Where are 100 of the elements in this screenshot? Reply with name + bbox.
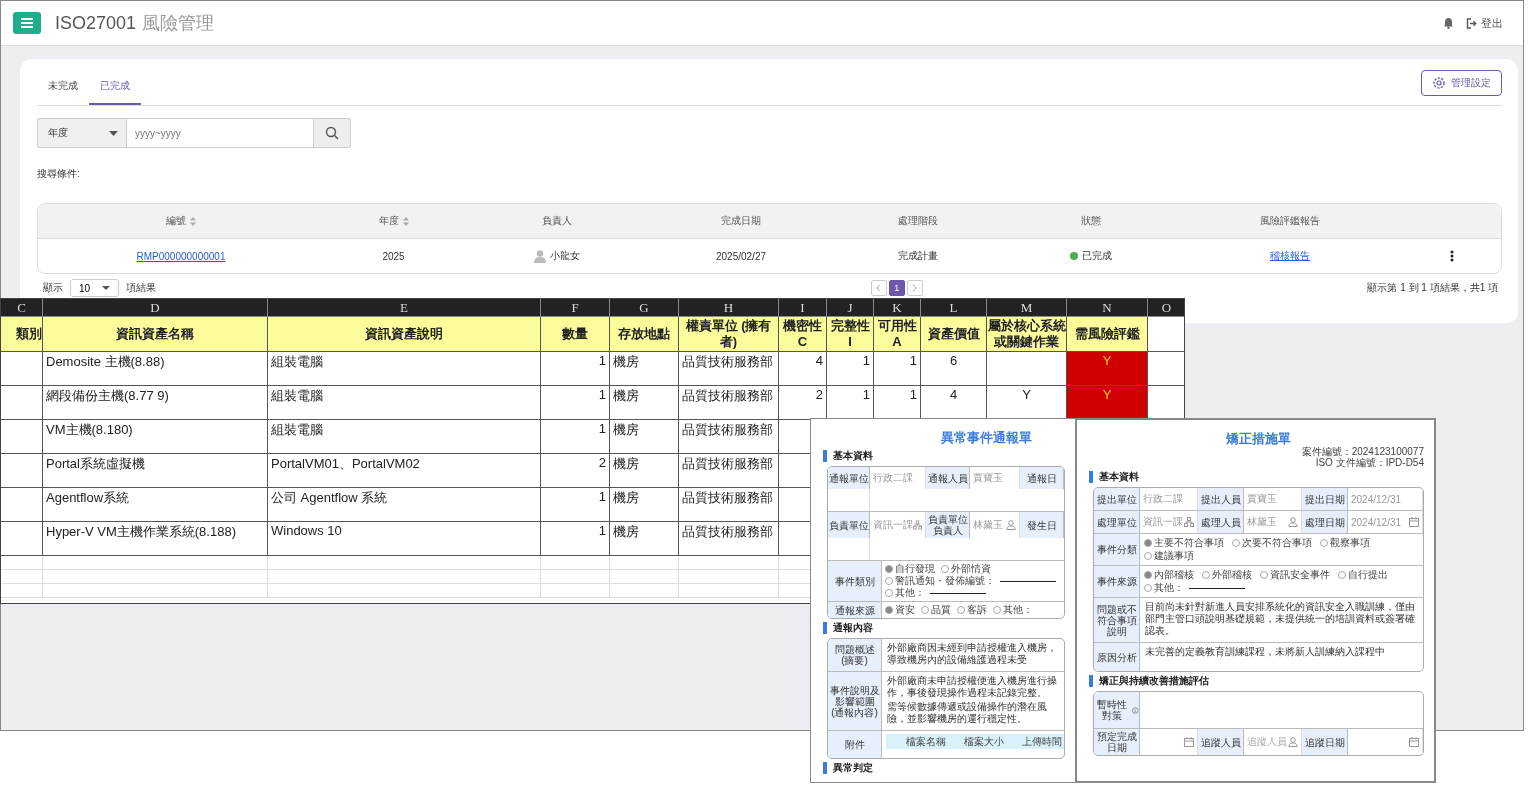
column-header: 處理階段 [898,214,938,228]
radio-button[interactable] [885,606,893,614]
field-label: 問題或不符合事項說明 [1094,598,1140,642]
search-button[interactable] [314,118,351,148]
table-cell: 1 [541,352,610,386]
app-code: ISO27001 [55,12,137,34]
radio-button[interactable] [885,565,893,573]
page-size-label: 顯示 [43,281,63,295]
table-cell: VM主機(8.180) [43,420,268,454]
tab[interactable]: 未完成 [37,70,89,105]
field-label: 追蹤人員 [1198,729,1244,755]
field-label: 問題概述(摘要) [828,639,882,671]
table-cell [1,454,43,488]
option-label: 其他： [895,587,925,599]
field-label: 原因分析 [1094,643,1140,671]
record-link[interactable]: RMP000000000001 [136,250,226,262]
table-cell: 小龍女 [550,249,580,263]
option-label: 次要不符合事項 [1242,537,1312,549]
fill-in-line[interactable] [930,592,986,594]
section-heading: 矯正與持續改善措施評估 [1089,675,1424,687]
table-cell: 機房 [610,420,679,454]
header-cell: 資訊資產名稱 [43,317,268,352]
fill-in-line[interactable] [1189,587,1245,589]
year-range-field[interactable]: yyyy~yyyy [126,118,314,148]
flag-cell: Y [1067,386,1148,420]
column-letter: I [800,299,805,316]
field-label: 負責單位 [828,512,870,538]
table-cell: Hyper-V VM主機作業系統(8.188) [43,522,268,556]
table-cell: 4 [779,352,827,386]
page-button[interactable]: 1 [888,280,905,296]
option-label: 警訊通知・發佈編號： [895,575,995,587]
menu-icon [21,18,33,28]
bell-icon[interactable] [1443,17,1454,29]
field-label: 暫時性對策 [1094,692,1140,728]
option-label: 品質 [931,604,951,616]
tab[interactable]: 已完成 [89,70,141,105]
column-header: 完成日期 [721,214,761,228]
section-heading: 通報內容 [823,622,1065,634]
text-area[interactable]: 外部廠商未申請授權便進入機房進行操作，事後發現操作過程未記錄完整。 需等候數據傳遞或設備操作的潛在風險，並影響機房的運行穩定性。 [882,672,1064,730]
table-cell: 2 [541,454,610,488]
section-heading: 基本資料 [1089,471,1424,483]
sort-icon[interactable] [402,216,409,226]
option-label: 資訊安全事件 [1270,569,1330,581]
page-size-select[interactable]: 10 [70,279,120,297]
org-chart-icon [1184,517,1194,527]
header-cell: 可用性 A [874,317,921,352]
more-icon[interactable] [1450,250,1454,262]
option-label: 其他： [1003,604,1033,616]
column-header: 年度 [378,214,399,228]
option-label: 資安 [895,604,915,616]
text-area[interactable]: 目前尚未針對新進人員安排系統化的資訊安全入職訓練，僅由部門主管口頭說明基礎規範，未提供統一的培訓資料或簽署確認表。 [1140,598,1423,642]
next-page-button[interactable] [906,280,923,296]
status-text: 已完成 [1082,249,1112,263]
field-label: 處理人員 [1198,511,1244,533]
text-area[interactable]: 未完善的定義教育訓練課程，未將新人訓練納入課程中 [1140,643,1423,671]
option-label: 內部稽核 [1154,569,1194,581]
table-cell: 1 [541,386,610,420]
header-cell: 屬於核心系統或關鍵作業 [987,317,1067,352]
field-label: 預定完成日期 [1094,729,1140,755]
logout-button[interactable]: 登出 [1466,15,1503,31]
table-cell: 品質技術服務部 [679,488,779,522]
column-letter: G [639,299,649,316]
report-link[interactable]: 稽核報告 [1270,249,1310,263]
field-label: 通報來源 [828,602,882,618]
table-cell: 機房 [610,488,679,522]
column-header: 上傳時間 [1022,736,1062,747]
column-letter: E [400,299,408,316]
user-icon [534,249,546,263]
fill-in-line[interactable] [1000,580,1056,582]
table-cell: 1 [541,522,610,556]
logout-icon [1466,17,1477,29]
settings-button[interactable]: 管理設定 [1421,70,1502,96]
previous-page-button[interactable] [870,280,887,296]
field-label: 處理單位 [1094,511,1140,533]
column-letter: H [723,299,734,316]
option-label: 觀察事項 [1330,537,1370,549]
results-summary: 顯示第 1 到 1 項結果，共1 項 [1367,281,1499,295]
radio-button[interactable] [1144,571,1152,579]
table-cell: 2025 [382,250,405,262]
radio-button[interactable] [1144,539,1152,547]
option-label: 自行提出 [1348,569,1388,581]
option-label: 外部稽核 [1212,569,1252,581]
column-letter: F [571,299,579,316]
column-header: 風險評鑑報告 [1260,214,1320,228]
year-select[interactable]: 年度 [37,118,126,148]
column-letter: K [892,299,902,316]
option-label: 主要不符合事項 [1154,537,1224,549]
field-label: 通報單位 [828,467,870,489]
column-header: 狀態 [1081,214,1101,228]
table-cell [1,556,43,570]
section-heading: 異常判定 [823,762,1065,774]
table-cell: 機房 [610,352,679,386]
search-conditions-label: 搜尋條件: [37,167,80,181]
table-cell: 1 [541,488,610,522]
text-area[interactable]: 外部廠商因未經到申請授權進入機房，導致機房內的設備維護過程未受 [882,639,1064,671]
table-cell [1,488,43,522]
header-cell: 數量 [541,317,610,352]
sort-icon[interactable] [190,216,196,226]
menu-button[interactable] [13,12,41,34]
flag-cell: Y [1067,352,1148,386]
